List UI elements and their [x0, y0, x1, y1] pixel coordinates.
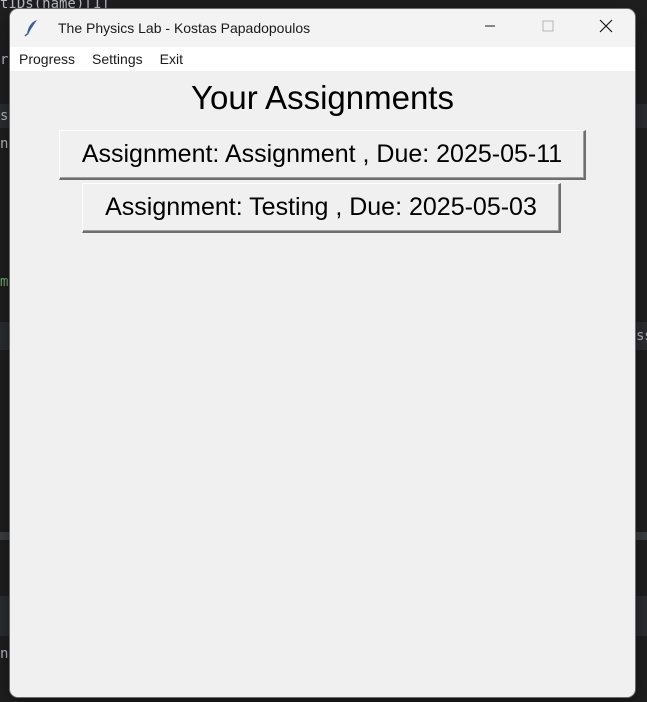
menu-progress[interactable]: Progress	[10, 47, 83, 71]
page-title: Your Assignments	[191, 79, 454, 116]
close-button[interactable]	[577, 9, 635, 47]
maximize-icon	[542, 19, 554, 37]
main-content: Your Assignments Assignment: Assignment …	[10, 71, 635, 697]
feather-icon	[22, 18, 42, 38]
background-code-line: s	[0, 108, 9, 124]
menu-bar: Progress Settings Exit	[10, 47, 635, 71]
menu-settings[interactable]: Settings	[83, 47, 151, 71]
minimize-button[interactable]	[461, 9, 519, 47]
assignment-button[interactable]: Assignment: Assignment , Due: 2025-05-11	[59, 130, 586, 180]
menu-exit[interactable]: Exit	[151, 47, 191, 71]
background-code-line: m	[0, 274, 9, 290]
maximize-button[interactable]	[519, 9, 577, 47]
background-code-line: ss	[636, 328, 647, 344]
close-icon	[599, 19, 613, 38]
minimize-icon	[484, 19, 496, 37]
assignment-button[interactable]: Assignment: Testing , Due: 2025-05-03	[82, 183, 561, 233]
window-title: The Physics Lab - Kostas Papadopoulos	[58, 20, 311, 36]
background-code-line: r	[0, 52, 9, 68]
app-window: The Physics Lab - Kostas Papadopoulos Pr…	[10, 9, 635, 697]
caption-buttons	[461, 9, 635, 47]
title-bar[interactable]: The Physics Lab - Kostas Papadopoulos	[10, 9, 635, 47]
background-code-line: n	[0, 136, 9, 152]
